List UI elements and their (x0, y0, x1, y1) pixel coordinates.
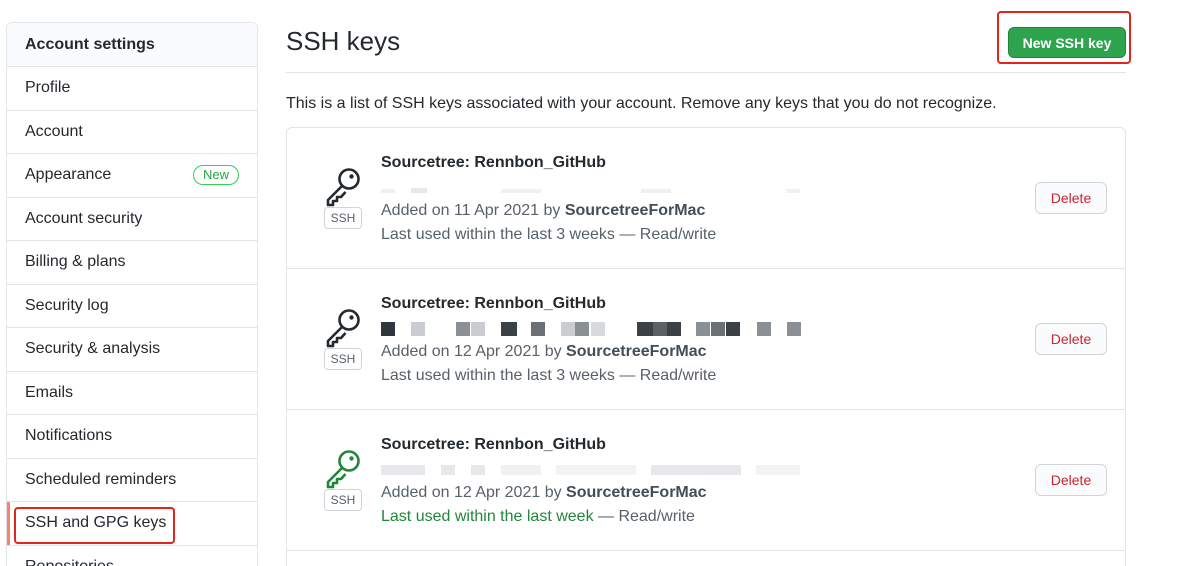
sidebar-item-label: Account security (25, 209, 143, 227)
settings-sidebar: Account settings Profile Account Appeara… (6, 22, 258, 566)
sidebar-item-repositories[interactable]: Repositories (7, 546, 257, 566)
sidebar-item-security-log[interactable]: Security log (7, 285, 257, 328)
delete-button[interactable]: Delete (1035, 464, 1107, 496)
sidebar-item-label: Security log (25, 296, 109, 314)
last-used-text: — Read/write (593, 508, 695, 525)
sidebar-item-ssh-gpg-keys[interactable]: SSH and GPG keys (7, 502, 257, 546)
added-by: SourcetreeForMac (564, 202, 706, 219)
sidebar-item-emails[interactable]: Emails (7, 372, 257, 415)
sidebar-item-account[interactable]: Account (7, 111, 257, 154)
added-text: Added on 11 Apr 2021 by (381, 202, 565, 219)
title-divider (286, 72, 1126, 73)
sidebar-item-label: Appearance (25, 166, 112, 184)
ssh-key-row: SSH Sourcetree: Rennbon_GitHub Added on … (287, 269, 1125, 410)
sidebar-item-label: Repositories (25, 558, 114, 566)
key-title: Sourcetree: Rennbon_GitHub (381, 295, 606, 312)
added-text: Added on 12 Apr 2021 by (381, 343, 567, 360)
sidebar-item-label: SSH and GPG keys (25, 514, 167, 532)
key-fingerprint-redacted (381, 322, 801, 336)
sidebar-item-label: Security & analysis (25, 340, 161, 358)
new-badge: New (192, 165, 239, 186)
added-by: SourcetreeForMac (566, 484, 707, 501)
key-fingerprint-redacted (381, 463, 801, 477)
sidebar-item-label: Profile (25, 79, 71, 97)
key-icon (323, 166, 363, 208)
key-last-used: Last used within the last 3 weeks — Read… (381, 226, 716, 244)
new-ssh-key-button[interactable]: New SSH key (1008, 27, 1126, 58)
last-used-text: Last used within the last 3 weeks — Read… (381, 226, 717, 243)
ssh-key-list: SSH Sourcetree: Rennbon_GitHub Added on … (286, 127, 1126, 566)
key-added-info: Added on 12 Apr 2021 by SourcetreeForMac (381, 484, 707, 502)
sidebar-item-label: Scheduled reminders (25, 470, 177, 488)
sidebar-item-account-security[interactable]: Account security (7, 198, 257, 241)
sidebar-item-label: Billing & plans (25, 253, 126, 271)
key-added-info: Added on 12 Apr 2021 by SourcetreeForMac (381, 343, 707, 361)
sidebar-item-notifications[interactable]: Notifications (7, 415, 257, 459)
ssh-key-row: SSH Sourcetree: Rennbon_GitHub Added on … (287, 128, 1125, 269)
ssh-tag: SSH (324, 489, 362, 511)
page-title: SSH keys (286, 26, 401, 56)
sidebar-item-label: Account (25, 122, 83, 140)
ssh-key-row: SSH Sourcetree: Rennbon_GitHub Added on … (287, 410, 1125, 551)
key-title: Sourcetree: Rennbon_GitHub (381, 436, 606, 453)
sidebar-item-scheduled-reminders[interactable]: Scheduled reminders (7, 459, 257, 502)
added-by: SourcetreeForMac (566, 343, 707, 360)
sidebar-item-security-analysis[interactable]: Security & analysis (7, 328, 257, 372)
sidebar-item-appearance[interactable]: Appearance New (7, 154, 257, 198)
sidebar-item-billing[interactable]: Billing & plans (7, 241, 257, 285)
sidebar-item-profile[interactable]: Profile (7, 67, 257, 111)
sidebar-item-label: Notifications (25, 427, 113, 445)
added-text: Added on 12 Apr 2021 by (381, 484, 567, 501)
sidebar-item-label: Emails (25, 383, 74, 401)
key-title: Sourcetree: Rennbon_GitHub (381, 154, 606, 171)
key-fingerprint-redacted (381, 181, 801, 195)
ssh-tag: SSH (324, 207, 362, 229)
key-last-used: Last used within the last week — Read/wr… (381, 508, 695, 526)
key-icon (323, 448, 363, 490)
delete-button[interactable]: Delete (1035, 323, 1107, 355)
key-icon (323, 307, 363, 349)
last-used-recent: Last used within the last week (381, 508, 594, 525)
key-added-info: Added on 11 Apr 2021 by SourcetreeForMac (381, 202, 705, 220)
intro-text: This is a list of SSH keys associated wi… (286, 95, 997, 112)
delete-button[interactable]: Delete (1035, 182, 1107, 214)
key-last-used: Last used within the last 3 weeks — Read… (381, 367, 716, 385)
ssh-tag: SSH (324, 348, 362, 370)
sidebar-header: Account settings (7, 23, 257, 67)
last-used-text: Last used within the last 3 weeks — Read… (381, 367, 717, 384)
